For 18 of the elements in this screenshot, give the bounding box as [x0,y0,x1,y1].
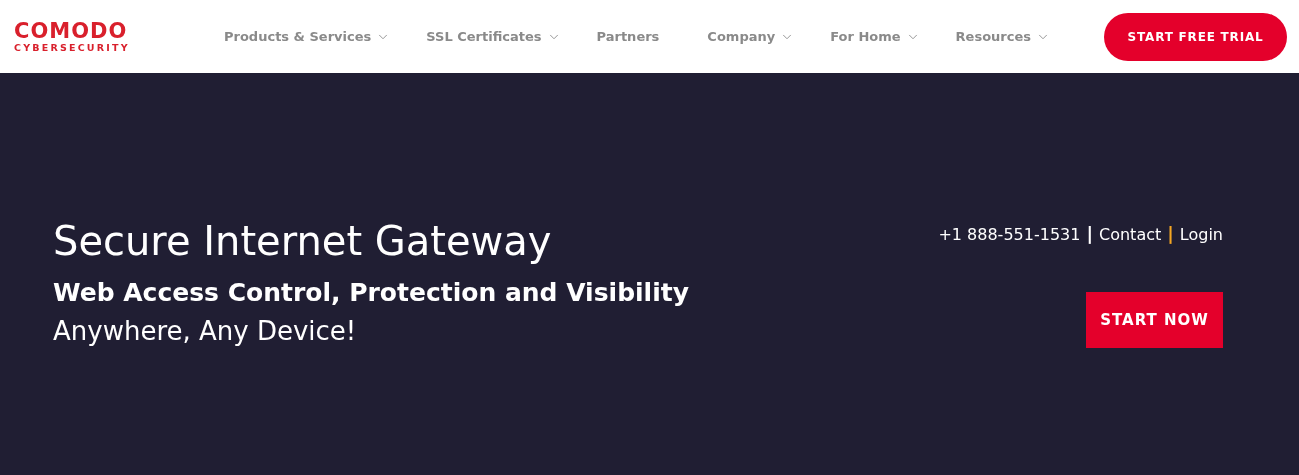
start-free-trial-button[interactable]: START FREE TRIAL [1104,12,1287,61]
nav-link[interactable]: Resources [955,29,1051,44]
logo-wordmark[interactable]: COMODO [14,19,194,42]
hero-tagline: Anywhere, Any Device! [53,315,358,348]
nav-link[interactable]: SSL Certificates [426,29,561,44]
hero-subtitle: Web Access Control, Protection and Visibility [53,277,689,309]
start-now-button[interactable]: START NOW [1086,292,1223,348]
nav-link[interactable]: Partners [596,29,660,44]
nav-link[interactable]: For Home [830,29,920,44]
separator: | [1167,225,1174,244]
header-link[interactable]: Contact [1099,225,1162,244]
logo-tagline: CYBERSECURITY [14,41,131,54]
phone-number: +1 888-551-1531 [938,225,1081,244]
nav-link[interactable]: Products & Services [224,29,391,44]
nav-link[interactable]: Company [707,29,795,44]
separator: | [1086,225,1093,244]
hero-title: Secure Internet Gateway [53,217,553,266]
header-link[interactable]: Login [1179,225,1223,244]
